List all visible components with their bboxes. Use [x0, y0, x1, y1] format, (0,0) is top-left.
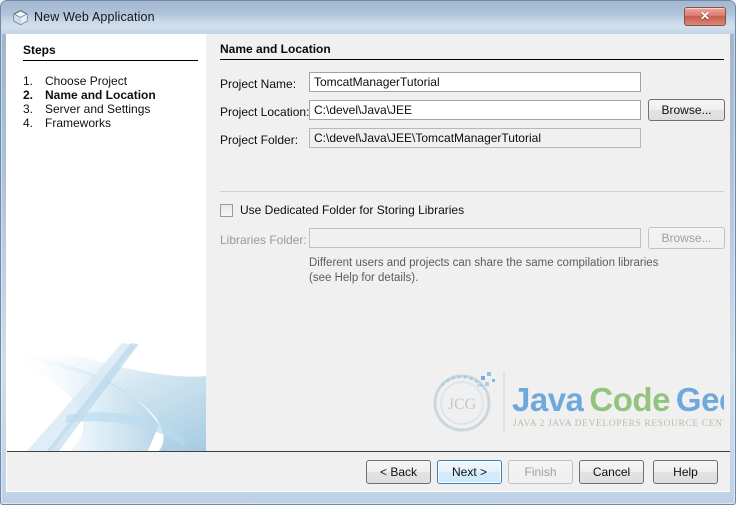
cube-icon [12, 9, 29, 26]
libraries-hint-text: Different users and projects can share t… [309, 257, 659, 284]
step-number: 4. [23, 116, 34, 130]
libraries-folder-label: Libraries Folder: [220, 233, 307, 247]
watermark-word-2: Code [589, 381, 670, 418]
dialog-button-bar: < Back Next > Finish Cancel Help [7, 452, 730, 491]
step-label: Name and Location [45, 88, 156, 102]
step-item-name-and-location: 2. Name and Location [23, 88, 156, 102]
step-number: 1. [23, 74, 34, 88]
main-panel: Name and Location Project Name: Project … [206, 34, 730, 451]
step-number: 3. [23, 102, 34, 116]
close-button[interactable]: ✕ [684, 7, 726, 26]
next-button[interactable]: Next > [437, 460, 502, 484]
steps-heading-rule [23, 60, 198, 61]
step-item-choose-project: 1. Choose Project [23, 74, 127, 88]
close-icon: ✕ [699, 9, 711, 23]
watermark-word-1: Java [512, 381, 585, 418]
project-location-browse-button[interactable]: Browse... [648, 99, 725, 121]
finish-button: Finish [508, 460, 573, 484]
step-label: Frameworks [45, 116, 112, 130]
window-title: New Web Application [34, 10, 155, 24]
libraries-folder-input [309, 228, 641, 248]
steps-heading: Steps [23, 43, 56, 57]
new-web-application-dialog: New Web Application ✕ Steps 1. Choose Pro… [0, 0, 736, 505]
section-separator [220, 191, 724, 192]
page-title: Name and Location [220, 42, 331, 56]
project-location-label: Project Location: [220, 105, 310, 119]
use-dedicated-folder-checkbox[interactable]: Use Dedicated Folder for Storing Librari… [220, 203, 464, 217]
project-name-label: Project Name: [220, 77, 297, 91]
project-folder-input [309, 128, 641, 148]
step-item-frameworks: 4. Frameworks [23, 116, 111, 130]
decorative-swoosh-graphic [7, 343, 206, 451]
java-code-geeks-watermark: JCG JavaCodeGeeks JAVA 2 JAVA DEVELOPERS… [433, 371, 724, 433]
cancel-button[interactable]: Cancel [579, 460, 644, 484]
step-item-server-and-settings: 3. Server and Settings [23, 102, 150, 116]
project-location-input[interactable] [309, 100, 641, 120]
use-dedicated-folder-label: Use Dedicated Folder for Storing Librari… [240, 203, 465, 217]
page-title-rule [220, 59, 724, 60]
step-label: Choose Project [45, 74, 128, 88]
dialog-content: Steps 1. Choose Project 2. Name and Locati… [6, 34, 730, 492]
help-button[interactable]: Help [653, 460, 718, 484]
steps-panel: Steps 1. Choose Project 2. Name and Locati… [7, 34, 206, 451]
watermark-word-3: Geeks [676, 381, 724, 418]
project-name-input[interactable] [309, 72, 641, 92]
checkbox-box[interactable] [220, 203, 233, 217]
watermark-tagline: JAVA 2 JAVA DEVELOPERS RESOURCE CENTER [513, 419, 724, 429]
step-number: 2. [23, 88, 34, 102]
libraries-folder-browse-button: Browse... [648, 227, 725, 249]
step-label: Server and Settings [45, 102, 151, 116]
project-folder-label: Project Folder: [220, 133, 299, 147]
back-button[interactable]: < Back [366, 460, 431, 484]
svg-text:JavaCodeGeeks: JavaCodeGeeks [512, 381, 724, 418]
title-bar: New Web Application ✕ [1, 1, 735, 34]
svg-text:JCG: JCG [448, 396, 477, 413]
